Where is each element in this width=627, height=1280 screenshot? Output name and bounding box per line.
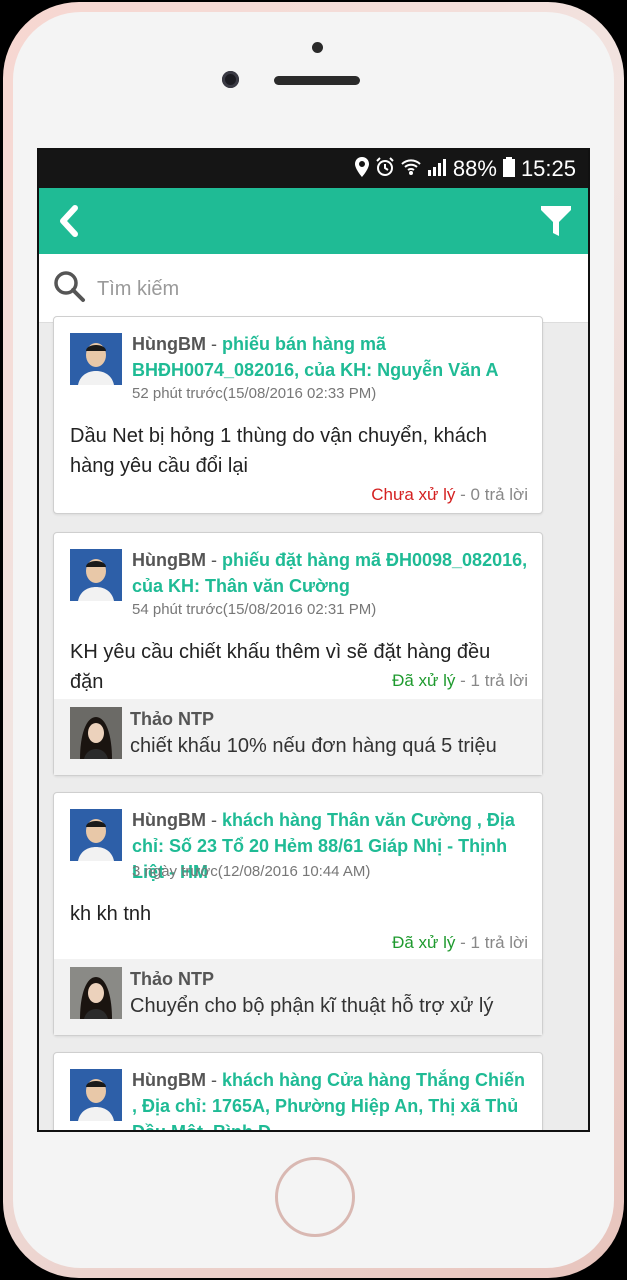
reply-item: Thảo NTP Chuyển cho bộ phận kĩ thuật hỗ …	[54, 959, 542, 1035]
earpiece-speaker	[274, 76, 360, 85]
post-author: HùngBM	[132, 334, 206, 354]
reply-text: Chuyển cho bộ phận kĩ thuật hỗ trợ xử lý	[130, 995, 494, 1017]
clock: 15:25	[520, 156, 576, 181]
battery-percent: 88%	[452, 156, 497, 181]
post-time: 3 ngày trước(12/08/2016 10:44 AM)	[132, 863, 371, 880]
back-button[interactable]	[53, 202, 89, 240]
avatar	[70, 549, 122, 601]
post-author: HùngBM	[132, 810, 206, 830]
reply-avatar	[70, 967, 122, 1019]
feedback-card[interactable]: HùngBM - khách hàng Cửa hàng Thắng Chiến…	[53, 1052, 543, 1130]
reply-author: Thảo NTP	[130, 709, 214, 729]
reply-author: Thảo NTP	[130, 969, 214, 989]
search-input[interactable]	[95, 268, 569, 310]
post-time: 54 phút trước(15/08/2016 02:31 PM)	[132, 601, 377, 618]
post-separator: -	[205, 810, 222, 830]
front-camera	[222, 71, 239, 88]
post-time: 52 phút trước(15/08/2016 02:33 PM)	[132, 385, 377, 402]
alarm-icon	[375, 156, 395, 182]
status-badge: Đã xử lý	[392, 671, 456, 690]
reply-avatar	[70, 707, 122, 759]
reply-count[interactable]: - 1 trả lời	[455, 671, 528, 690]
post-author: HùngBM	[132, 1070, 206, 1090]
avatar	[70, 809, 122, 861]
avatar	[70, 1069, 122, 1121]
app-screen: 88% 15:25 HùngBM - phiếu bán hàng mã BHĐ…	[37, 148, 590, 1132]
avatar	[70, 333, 122, 385]
status-badge: Đã xử lý	[392, 933, 456, 952]
app-toolbar	[39, 188, 588, 254]
post-author: HùngBM	[132, 550, 206, 570]
reply-count[interactable]: - 1 trả lời	[455, 933, 528, 952]
reply-count[interactable]: - 0 trả lời	[455, 485, 528, 504]
search-icon	[54, 271, 85, 302]
back-arrow-icon	[60, 205, 78, 237]
post-body: kh kh tnh	[70, 903, 152, 925]
home-button[interactable]	[275, 1157, 355, 1237]
feedback-card[interactable]: HùngBM - phiếu đặt hàng mã ĐH0098_082016…	[53, 532, 543, 776]
signal-icon	[427, 158, 447, 181]
feedback-card[interactable]: HùngBM - phiếu bán hàng mã BHĐH0074_0820…	[53, 316, 543, 514]
wifi-icon	[401, 158, 421, 181]
post-separator: -	[205, 1070, 222, 1090]
post-separator: -	[205, 550, 222, 570]
status-badge: Chưa xử lý	[371, 485, 456, 504]
reply-item: Thảo NTP chiết khấu 10% nếu đơn hàng quá…	[54, 699, 542, 775]
post-separator: -	[205, 334, 222, 354]
search-bar	[39, 254, 588, 323]
filter-icon	[541, 206, 571, 236]
proximity-sensor	[312, 42, 323, 53]
status-bar: 88% 15:25	[39, 150, 588, 188]
feedback-card[interactable]: HùngBM - khách hàng Thân văn Cường , Địa…	[53, 792, 543, 1036]
filter-button[interactable]	[538, 202, 574, 240]
location-icon	[354, 156, 369, 182]
post-body: Dầu Net bị hỏng 1 thùng do vận chuyển, k…	[70, 425, 487, 477]
reply-text: chiết khấu 10% nếu đơn hàng quá 5 triệu	[130, 735, 497, 757]
battery-icon	[502, 156, 515, 182]
